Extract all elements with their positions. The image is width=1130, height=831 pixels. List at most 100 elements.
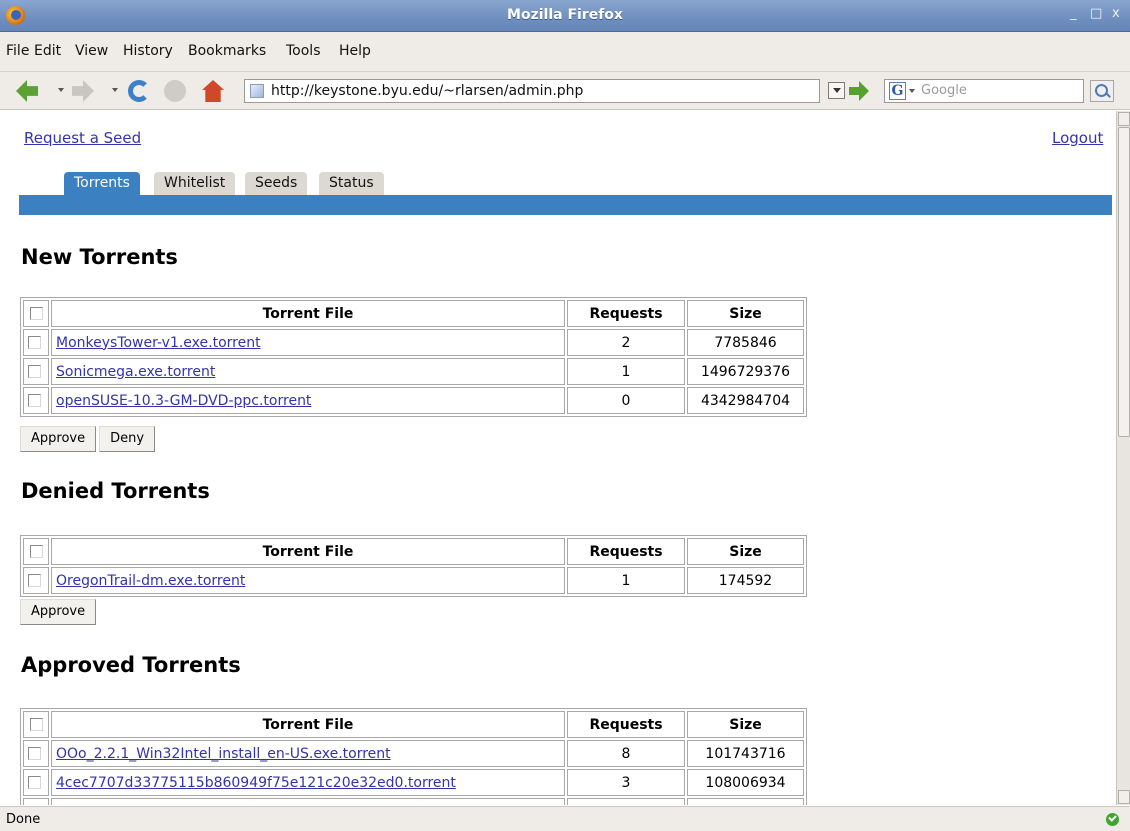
tab-whitelist[interactable]: Whitelist	[154, 172, 236, 196]
size-cell: 101743716	[687, 740, 804, 767]
page-viewport: Request a Seed Logout Torrents Whitelist…	[0, 111, 1116, 805]
menu-bookmarks[interactable]: Bookmarks	[188, 43, 266, 59]
column-header-requests: Requests	[567, 538, 685, 565]
page-loaded-check-icon	[1106, 813, 1119, 826]
back-arrow-icon[interactable]	[16, 80, 38, 102]
table-row: openSUSE-10.3-GM-DVD-ppc.torrent 0 43429…	[23, 387, 804, 414]
table-header-row: Torrent File Requests Size	[23, 538, 804, 565]
menu-history[interactable]: History	[123, 43, 173, 59]
select-all-checkbox[interactable]	[29, 718, 43, 731]
tab-seeds[interactable]: Seeds	[245, 172, 308, 196]
column-header-file: Torrent File	[51, 300, 565, 327]
requests-cell: 1	[567, 567, 685, 594]
denied-torrents-heading: Denied Torrents	[21, 479, 210, 503]
table-row: OOo_2.2.1_Win32Intel_install_en-US.exe.t…	[23, 740, 804, 767]
go-arrow-icon[interactable]	[849, 81, 869, 101]
menu-tools[interactable]: Tools	[286, 43, 321, 59]
row-checkbox[interactable]	[28, 394, 41, 407]
requests-cell: 1	[567, 358, 685, 385]
approved-torrents-heading: Approved Torrents	[21, 653, 241, 677]
forward-history-dropdown-icon[interactable]	[112, 88, 118, 92]
approved-torrents-table: Torrent File Requests Size OOo_2.2.1_Win…	[20, 708, 807, 805]
minimize-button[interactable]: _	[1070, 6, 1077, 21]
search-box[interactable]: G Google	[884, 79, 1084, 103]
home-icon[interactable]	[202, 80, 224, 102]
approve-button[interactable]: Approve	[20, 426, 97, 452]
menu-view[interactable]: View	[75, 43, 108, 59]
table-header-row: Torrent File Requests Size	[23, 300, 804, 327]
scroll-up-arrow-icon[interactable]	[1118, 112, 1130, 126]
maximize-button[interactable]: □	[1090, 6, 1102, 21]
stop-icon[interactable]	[164, 80, 186, 102]
table-row: OregonTrail-dm.exe.torrent 1 174592	[23, 567, 804, 594]
row-checkbox[interactable]	[28, 574, 41, 587]
new-torrents-actions: Approve Deny	[20, 426, 158, 452]
menu-edit[interactable]: Edit	[34, 43, 61, 59]
denied-torrents-table: Torrent File Requests Size OregonTrail-d…	[20, 535, 807, 597]
approve-button[interactable]: Approve	[20, 599, 97, 625]
column-header-file: Torrent File	[51, 538, 565, 565]
status-text: Done	[6, 812, 41, 827]
table-row: MonkeysTower-v1.exe.torrent 2 7785846	[23, 329, 804, 356]
search-magnifier-icon[interactable]	[1090, 80, 1114, 102]
row-checkbox[interactable]	[28, 336, 41, 349]
denied-torrents-actions: Approve	[20, 599, 99, 625]
size-cell: 7785846	[687, 329, 804, 356]
size-cell: 4342984704	[687, 387, 804, 414]
torrent-file-link[interactable]: OOo_2.2.1_Win32Intel_install_en-US.exe.t…	[56, 746, 391, 762]
url-history-dropdown-icon[interactable]	[828, 82, 845, 99]
reload-icon[interactable]	[128, 80, 150, 102]
select-all-checkbox[interactable]	[29, 545, 43, 558]
column-header-size: Size	[687, 538, 804, 565]
menu-help[interactable]: Help	[339, 43, 371, 59]
deny-button[interactable]: Deny	[99, 426, 156, 452]
select-all-checkbox[interactable]	[29, 307, 43, 320]
vertical-scrollbar[interactable]	[1116, 111, 1130, 805]
page-favicon-icon	[250, 84, 264, 98]
menu-file[interactable]: File	[6, 43, 29, 59]
address-bar[interactable]: http://keystone.byu.edu/~rlarsen/admin.p…	[244, 79, 820, 103]
navigation-toolbar: http://keystone.byu.edu/~rlarsen/admin.p…	[0, 72, 1130, 110]
table-row: 4cec7707d33775115b860949f75e121c20e32ed0…	[23, 769, 804, 796]
table-row	[23, 798, 804, 805]
column-header-size: Size	[687, 300, 804, 327]
menubar: File Edit View History Bookmarks Tools H…	[0, 32, 1130, 72]
torrent-file-link[interactable]: openSUSE-10.3-GM-DVD-ppc.torrent	[56, 393, 311, 409]
table-row: Sonicmega.exe.torrent 1 1496729376	[23, 358, 804, 385]
forward-arrow-icon[interactable]	[72, 80, 94, 102]
torrent-file-link[interactable]: MonkeysTower-v1.exe.torrent	[56, 335, 261, 351]
row-checkbox[interactable]	[28, 365, 41, 378]
row-checkbox[interactable]	[28, 747, 41, 760]
requests-cell: 0	[567, 387, 685, 414]
search-placeholder[interactable]: Google	[921, 83, 967, 98]
window-titlebar: Mozilla Firefox _ □ x	[0, 0, 1130, 32]
column-header-size: Size	[687, 711, 804, 738]
tab-content-strip	[19, 195, 1112, 215]
size-cell: 174592	[687, 567, 804, 594]
google-engine-icon[interactable]: G	[889, 82, 906, 100]
logout-link[interactable]: Logout	[1052, 129, 1103, 147]
column-header-requests: Requests	[567, 711, 685, 738]
torrent-file-link[interactable]: Sonicmega.exe.torrent	[56, 364, 215, 380]
search-engine-dropdown-icon[interactable]	[909, 89, 915, 93]
tab-torrents[interactable]: Torrents	[64, 172, 140, 196]
status-bar: Done	[0, 806, 1130, 831]
torrent-file-link[interactable]: 4cec7707d33775115b860949f75e121c20e32ed0…	[56, 775, 456, 791]
column-header-file: Torrent File	[51, 711, 565, 738]
new-torrents-table: Torrent File Requests Size MonkeysTower-…	[20, 297, 807, 417]
close-button[interactable]: x	[1112, 6, 1120, 21]
table-header-row: Torrent File Requests Size	[23, 711, 804, 738]
requests-cell: 8	[567, 740, 685, 767]
scroll-down-arrow-icon[interactable]	[1118, 790, 1130, 804]
scrollbar-thumb[interactable]	[1118, 127, 1130, 437]
window-title: Mozilla Firefox	[507, 7, 623, 23]
size-cell: 108006934	[687, 769, 804, 796]
address-url[interactable]: http://keystone.byu.edu/~rlarsen/admin.p…	[271, 83, 583, 99]
request-seed-link[interactable]: Request a Seed	[24, 129, 141, 147]
row-checkbox[interactable]	[28, 776, 41, 789]
tab-status[interactable]: Status	[319, 172, 384, 196]
back-history-dropdown-icon[interactable]	[58, 88, 64, 92]
torrent-file-link[interactable]: OregonTrail-dm.exe.torrent	[56, 573, 245, 589]
size-cell: 1496729376	[687, 358, 804, 385]
column-header-requests: Requests	[567, 300, 685, 327]
